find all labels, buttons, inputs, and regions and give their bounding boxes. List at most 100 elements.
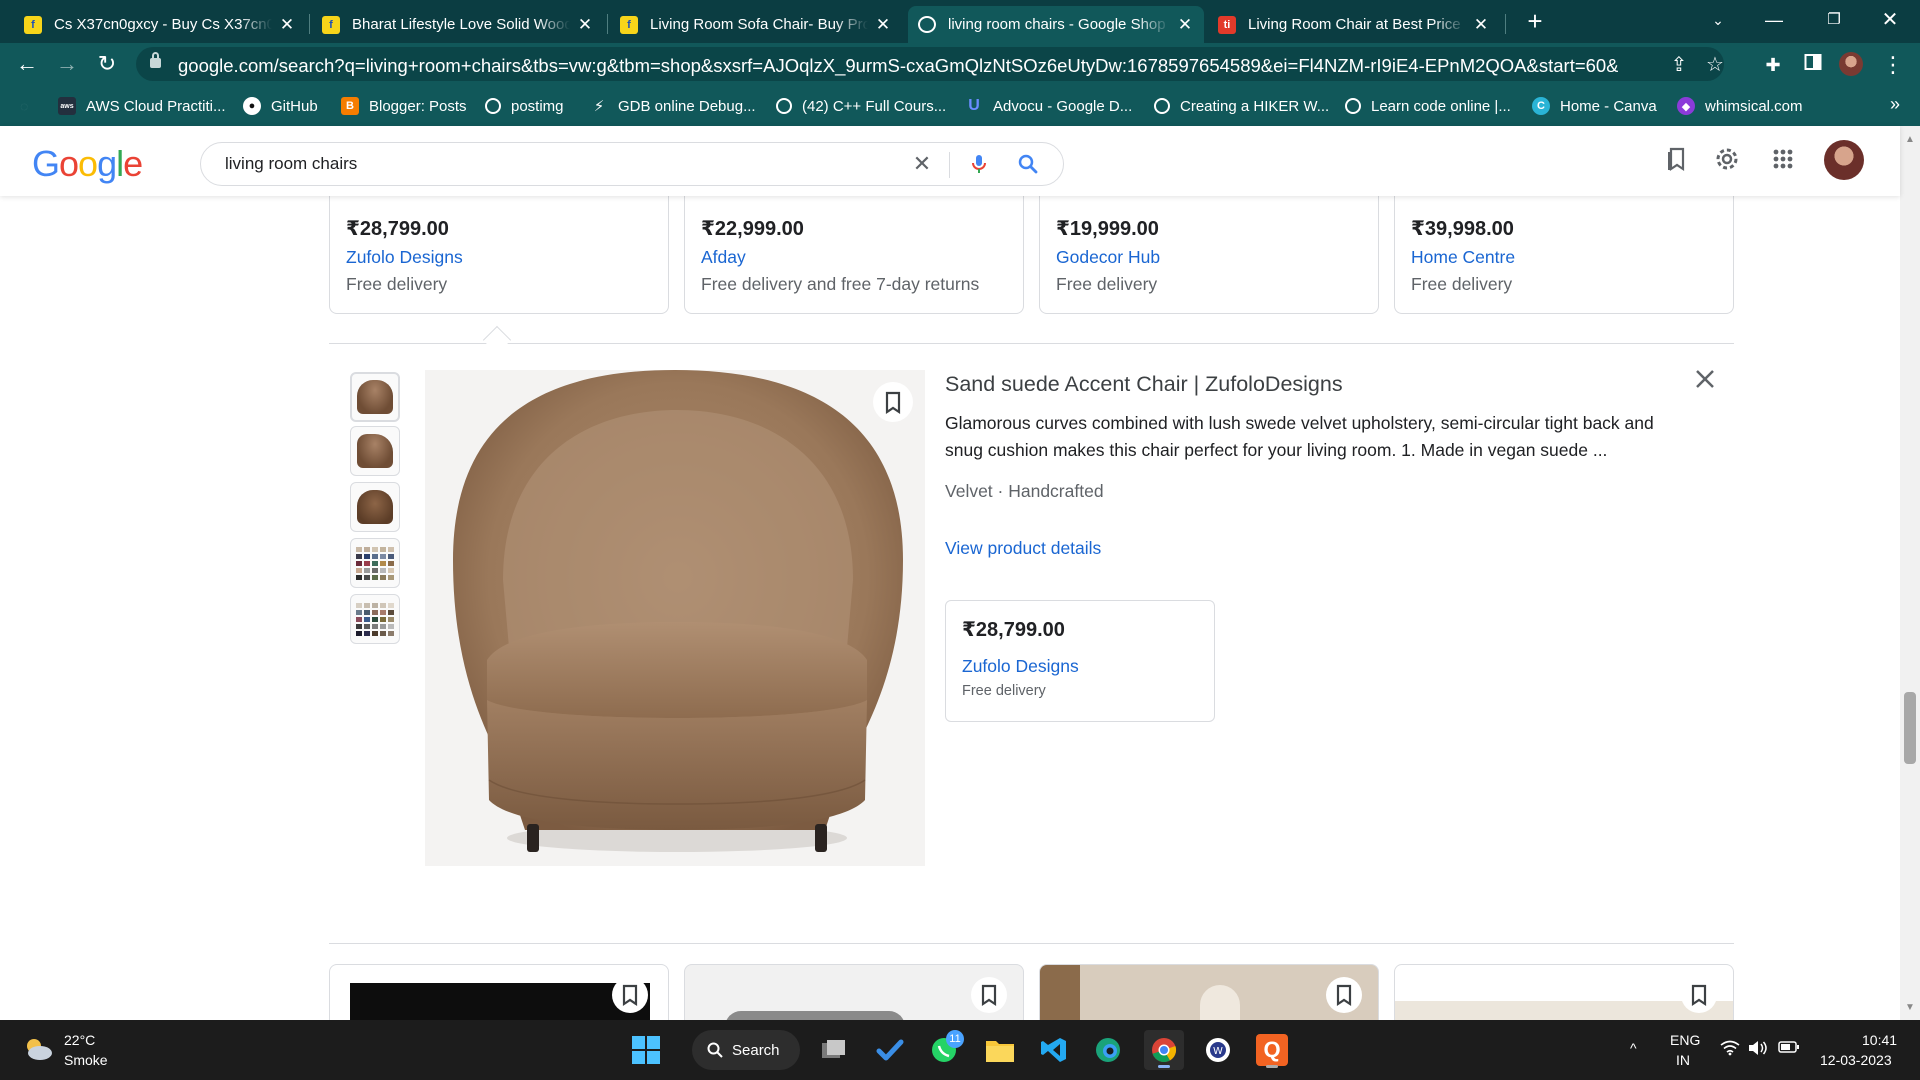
file-explorer-icon[interactable] — [980, 1030, 1020, 1070]
settings-gear-icon[interactable] — [1710, 144, 1744, 178]
product-card[interactable]: ₹22,999.00 Afday Free delivery and free … — [684, 196, 1024, 314]
vscode-icon[interactable] — [1034, 1030, 1074, 1070]
url-text[interactable]: google.com/search?q=living+room+chairs&t… — [178, 55, 1618, 77]
scroll-up-icon[interactable]: ▲ — [1905, 134, 1915, 145]
browser-tab[interactable]: ti Living Room Chair at Best Price in ✕ — [1208, 6, 1500, 43]
star-icon[interactable]: ☆ — [1702, 52, 1728, 78]
clear-search-icon[interactable]: ✕ — [909, 151, 935, 177]
product-thumbnail[interactable] — [350, 538, 400, 588]
weather-temperature[interactable]: 22°C — [64, 1032, 95, 1048]
volume-icon[interactable] — [1748, 1040, 1768, 1061]
product-card[interactable]: ₹28,799.00 Zufolo Designs Free delivery — [329, 196, 669, 314]
weather-icon[interactable] — [22, 1036, 54, 1062]
save-bookmark-button[interactable] — [612, 977, 648, 1013]
browser-tab[interactable]: f Living Room Sofa Chair- Buy Prod ✕ — [610, 6, 902, 43]
bookmarks-overflow-icon[interactable]: » — [1890, 94, 1900, 115]
side-panel-icon[interactable] — [1800, 52, 1826, 78]
lock-icon[interactable] — [150, 52, 161, 68]
edge-icon[interactable] — [1088, 1030, 1128, 1070]
region-indicator[interactable]: IN — [1676, 1052, 1690, 1068]
scroll-down-icon[interactable]: ▼ — [1905, 1002, 1915, 1013]
offer-merchant-link[interactable]: Zufolo Designs — [962, 656, 1214, 677]
bookmark-item[interactable]: (42) C++ Full Cours... — [776, 94, 946, 118]
new-tab-button[interactable]: + — [1520, 6, 1550, 36]
close-detail-button[interactable] — [1688, 362, 1722, 396]
scroll-thumb[interactable] — [1904, 692, 1916, 764]
q-app-icon[interactable]: Q — [1252, 1030, 1292, 1070]
browser-tab-active[interactable]: living room chairs - Google Shop ✕ — [908, 6, 1204, 43]
battery-icon[interactable] — [1778, 1040, 1800, 1059]
wifi-icon[interactable] — [1720, 1040, 1740, 1061]
word-app-icon[interactable]: W — [1198, 1030, 1238, 1070]
language-indicator[interactable]: ENG — [1670, 1032, 1700, 1048]
close-icon[interactable]: ✕ — [576, 15, 594, 35]
close-icon[interactable]: ✕ — [1176, 15, 1194, 35]
offer-card[interactable]: ₹28,799.00 Zufolo Designs Free delivery — [945, 600, 1215, 722]
whatsapp-icon[interactable]: 11 — [924, 1030, 964, 1070]
saved-bookmark-icon[interactable] — [1660, 144, 1694, 178]
product-thumbnail[interactable] — [350, 594, 400, 644]
product-thumbnail[interactable] — [350, 482, 400, 532]
account-avatar[interactable] — [1824, 140, 1864, 180]
apps-grid-icon[interactable] — [1766, 144, 1800, 178]
taskbar-search-button[interactable]: Search — [692, 1030, 800, 1070]
share-icon[interactable]: ⇪ — [1666, 52, 1692, 78]
bookmark-item[interactable]: B Blogger: Posts — [341, 94, 467, 118]
minimize-button[interactable]: — — [1746, 0, 1802, 40]
save-bookmark-button[interactable] — [971, 977, 1007, 1013]
clock-time[interactable]: 10:41 — [1862, 1032, 1897, 1048]
search-icon[interactable] — [1015, 151, 1041, 177]
close-icon[interactable]: ✕ — [874, 15, 892, 35]
product-thumbnail[interactable] — [350, 426, 400, 476]
merchant-link[interactable]: Godecor Hub — [1056, 247, 1362, 268]
weather-description[interactable]: Smoke — [64, 1052, 108, 1068]
product-card[interactable] — [1394, 964, 1734, 1020]
forward-button[interactable]: → — [52, 49, 82, 79]
browser-tab[interactable]: f Bharat Lifestyle Love Solid Wood ✕ — [312, 6, 604, 43]
merchant-link[interactable]: Home Centre — [1411, 247, 1717, 268]
bookmark-item[interactable]: ⚡ GDB online Debug... — [590, 94, 756, 118]
bookmark-item[interactable]: C Home - Canva — [1532, 94, 1657, 118]
product-card[interactable]: ₹39,998.00 Home Centre Free delivery — [1394, 196, 1734, 314]
search-input[interactable] — [225, 154, 865, 174]
bookmark-item[interactable]: ● GitHub — [243, 94, 318, 118]
browser-tab[interactable]: f Cs X37cn0gxcy - Buy Cs X37cn0g ✕ — [14, 6, 306, 43]
product-thumbnail[interactable] — [350, 372, 400, 422]
chevron-up-icon[interactable]: ^ — [1630, 1040, 1637, 1056]
google-logo[interactable]: Google — [32, 143, 143, 185]
view-product-details-link[interactable]: View product details — [945, 538, 1101, 559]
tab-search-chevron-icon[interactable]: ⌄ — [1690, 0, 1746, 40]
profile-avatar[interactable] — [1838, 52, 1864, 78]
task-view-icon[interactable] — [814, 1030, 854, 1070]
close-icon[interactable]: ✕ — [1472, 15, 1490, 35]
menu-icon[interactable]: ⋮ — [1880, 52, 1906, 78]
bookmark-item[interactable]: postimg — [485, 94, 564, 118]
product-card[interactable] — [684, 964, 1024, 1020]
extensions-icon[interactable]: ✚ — [1760, 52, 1786, 78]
restore-button[interactable]: ❐ — [1806, 0, 1862, 40]
product-card[interactable] — [329, 964, 669, 1020]
bookmark-item[interactable]: U Advocu - Google D... — [965, 94, 1132, 118]
page-scrollbar[interactable]: ▲ ▼ — [1900, 126, 1920, 1020]
bookmark-item[interactable]: ◆ whimsical.com — [1677, 94, 1803, 118]
merchant-link[interactable]: Afday — [701, 247, 1007, 268]
close-icon[interactable]: ✕ — [278, 15, 296, 35]
save-bookmark-button[interactable] — [1681, 977, 1717, 1013]
product-title[interactable]: Sand suede Accent Chair | ZufoloDesigns — [945, 372, 1343, 397]
product-main-image[interactable] — [425, 370, 925, 866]
windows-start-icon[interactable] — [626, 1030, 666, 1070]
product-card[interactable] — [1039, 964, 1379, 1020]
save-bookmark-button[interactable] — [1326, 977, 1362, 1013]
microphone-icon[interactable] — [966, 151, 992, 177]
save-bookmark-button[interactable] — [873, 382, 913, 422]
apps-icon[interactable]: ◌ — [20, 94, 28, 118]
bookmark-item[interactable]: aws AWS Cloud Practiti... — [58, 94, 225, 118]
back-button[interactable]: ← — [12, 49, 42, 79]
chrome-icon[interactable] — [1144, 1030, 1184, 1070]
reload-button[interactable]: ↻ — [92, 49, 122, 79]
product-card[interactable]: ₹19,999.00 Godecor Hub Free delivery — [1039, 196, 1379, 314]
todo-app-icon[interactable] — [870, 1030, 910, 1070]
merchant-link[interactable]: Zufolo Designs — [346, 247, 652, 268]
clock-date[interactable]: 12-03-2023 — [1820, 1052, 1892, 1068]
close-window-button[interactable]: ✕ — [1862, 0, 1918, 40]
